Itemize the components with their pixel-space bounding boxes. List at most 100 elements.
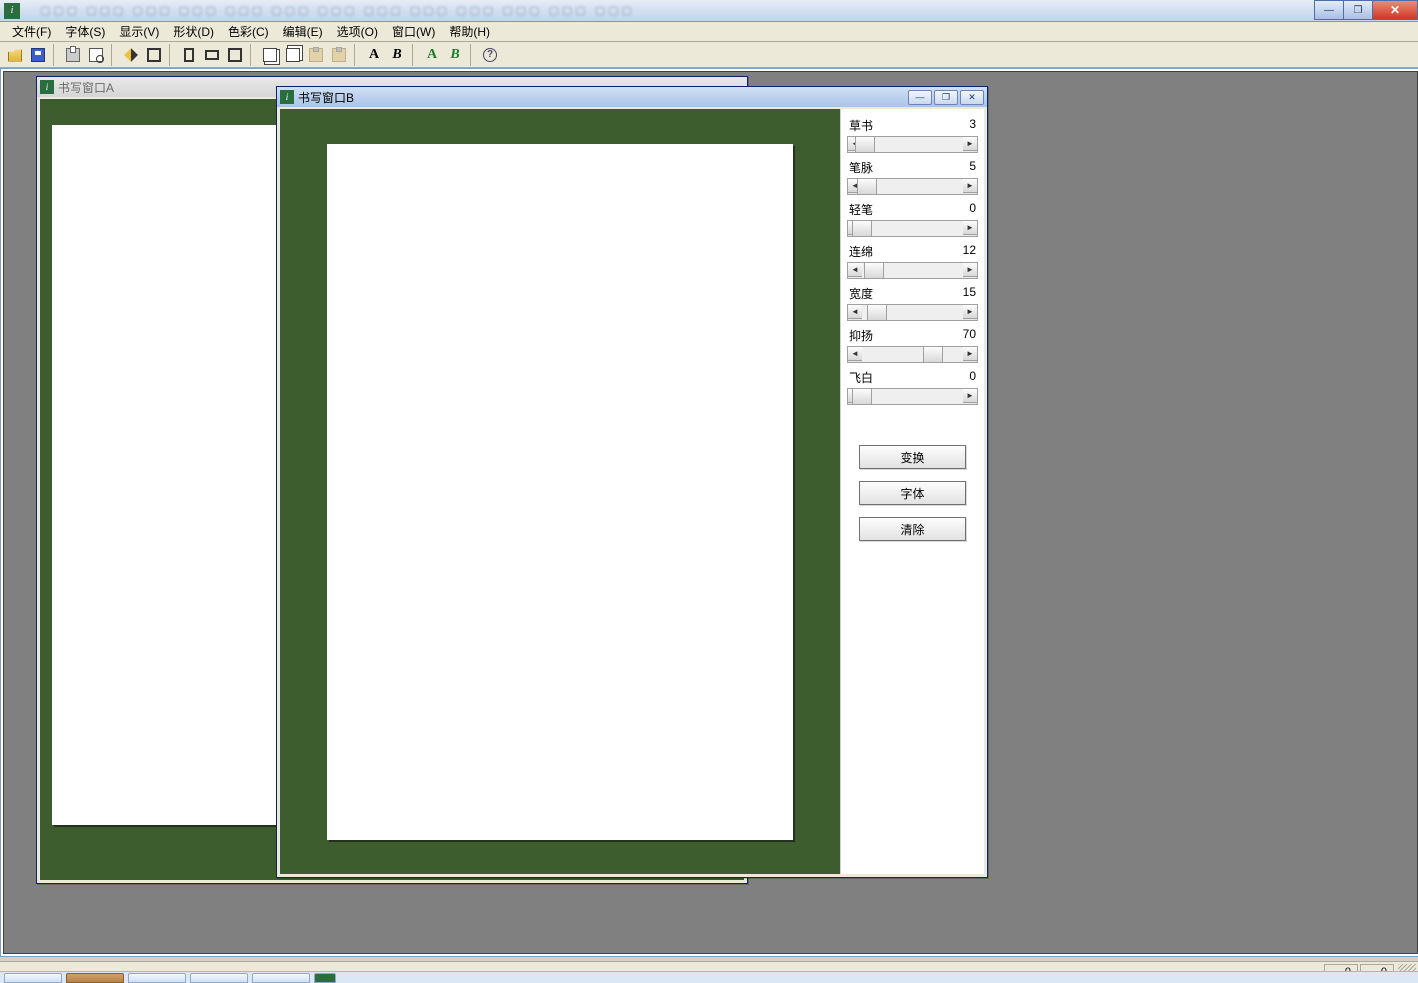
tb-pencil[interactable] bbox=[120, 44, 142, 66]
slider-thumb[interactable] bbox=[857, 178, 877, 195]
canvas-b-paper[interactable] bbox=[327, 144, 793, 840]
task-item[interactable] bbox=[252, 973, 310, 983]
btn-font[interactable]: 字体 bbox=[859, 481, 966, 505]
child-b-title: 书写窗口B bbox=[298, 89, 354, 106]
tb-style-b[interactable]: B bbox=[386, 44, 408, 66]
paste-icon bbox=[309, 48, 323, 62]
menu-file[interactable]: 文件(F) bbox=[6, 21, 57, 42]
tb-open[interactable] bbox=[4, 44, 26, 66]
tb-rect[interactable] bbox=[143, 44, 165, 66]
letter-b-icon: B bbox=[392, 47, 401, 63]
app-window-buttons: — ❐ ✕ bbox=[1315, 0, 1418, 20]
child-window-b[interactable]: i 书写窗口B — ❐ ✕ 草书3◄►笔脉5◄►轻笔0◄►连绵12◄►宽度15◄… bbox=[276, 86, 988, 878]
slider-right-arrow[interactable]: ► bbox=[962, 178, 978, 193]
tb-sep bbox=[412, 44, 418, 66]
mdi-client-area: i 书写窗口A i 书写窗口B — ❐ ✕ bbox=[3, 71, 1418, 954]
child-b-minimize[interactable]: — bbox=[908, 90, 932, 105]
tb-style-b-green[interactable]: B bbox=[444, 44, 466, 66]
slider-track[interactable]: ◄► bbox=[847, 262, 978, 279]
app-icon: i bbox=[4, 3, 20, 19]
slider-thumb[interactable] bbox=[867, 304, 887, 321]
child-b-maximize[interactable]: ❐ bbox=[934, 90, 958, 105]
copy-icon bbox=[286, 48, 300, 62]
menu-edit[interactable]: 编辑(E) bbox=[277, 21, 329, 42]
task-item[interactable] bbox=[190, 973, 248, 983]
slider-thumb[interactable] bbox=[852, 220, 872, 237]
maximize-button[interactable]: ❐ bbox=[1343, 0, 1373, 20]
menu-window[interactable]: 窗口(W) bbox=[386, 21, 441, 42]
tb-preview[interactable] bbox=[85, 44, 107, 66]
menu-font[interactable]: 字体(S) bbox=[59, 21, 111, 42]
slider-thumb[interactable] bbox=[852, 388, 872, 405]
slider-value: 12 bbox=[963, 243, 976, 260]
slider-right-arrow[interactable]: ► bbox=[962, 136, 978, 151]
slider-thumb[interactable] bbox=[855, 136, 875, 153]
slider-label: 笔脉 bbox=[849, 159, 873, 176]
tb-landscape[interactable] bbox=[201, 44, 223, 66]
child-b-titlebar[interactable]: i 书写窗口B — ❐ ✕ bbox=[277, 87, 987, 107]
slider-right-arrow[interactable]: ► bbox=[962, 346, 978, 361]
tb-style-a[interactable]: A bbox=[363, 44, 385, 66]
slider-track[interactable]: ◄► bbox=[847, 178, 978, 195]
tb-copy[interactable] bbox=[282, 44, 304, 66]
tb-help[interactable]: ? bbox=[479, 44, 501, 66]
slider-right-arrow[interactable]: ► bbox=[962, 388, 978, 403]
child-a-icon: i bbox=[40, 80, 54, 94]
slider-right-arrow[interactable]: ► bbox=[962, 304, 978, 319]
menu-color[interactable]: 色彩(C) bbox=[222, 21, 275, 42]
slider-value: 3 bbox=[969, 117, 976, 134]
workspace: i 书写窗口A i 书写窗口B — ❐ ✕ bbox=[0, 68, 1418, 957]
close-button[interactable]: ✕ bbox=[1372, 0, 1418, 20]
tb-sep bbox=[169, 44, 175, 66]
tb-sep bbox=[250, 44, 256, 66]
tb-portrait[interactable] bbox=[178, 44, 200, 66]
side-panel: 草书3◄►笔脉5◄►轻笔0◄►连绵12◄►宽度15◄►抑扬70◄►飞白0◄► 变… bbox=[840, 109, 984, 874]
square-icon bbox=[228, 48, 242, 62]
menu-help[interactable]: 帮助(H) bbox=[443, 21, 496, 42]
slider-track[interactable]: ◄► bbox=[847, 136, 978, 153]
menu-option[interactable]: 选项(O) bbox=[331, 21, 384, 42]
save-icon bbox=[31, 48, 45, 62]
canvas-b-frame bbox=[280, 109, 840, 874]
task-item[interactable] bbox=[66, 973, 124, 983]
slider-thumb[interactable] bbox=[923, 346, 943, 363]
tb-paste2[interactable] bbox=[328, 44, 350, 66]
tb-paste[interactable] bbox=[305, 44, 327, 66]
app-titlebar: i ▢▢▢ ▢▢▢ ▢▢▢ ▢▢▢ ▢▢▢ ▢▢▢ ▢▢▢ ▢▢▢ ▢▢▢ ▢▢… bbox=[0, 0, 1418, 22]
btn-clear[interactable]: 清除 bbox=[859, 517, 966, 541]
slider-value: 15 bbox=[963, 285, 976, 302]
background-tabs-blur: ▢▢▢ ▢▢▢ ▢▢▢ ▢▢▢ ▢▢▢ ▢▢▢ ▢▢▢ ▢▢▢ ▢▢▢ ▢▢▢ … bbox=[40, 4, 635, 17]
slider-left-arrow[interactable]: ◄ bbox=[847, 304, 863, 319]
slider-track[interactable]: ◄► bbox=[847, 304, 978, 321]
slider-label: 宽度 bbox=[849, 285, 873, 302]
tb-papers[interactable] bbox=[259, 44, 281, 66]
tb-print[interactable] bbox=[62, 44, 84, 66]
slider-left-arrow[interactable]: ◄ bbox=[847, 346, 863, 361]
menu-shape[interactable]: 形状(D) bbox=[167, 21, 220, 42]
slider-value: 5 bbox=[969, 159, 976, 176]
slider-right-arrow[interactable]: ► bbox=[962, 220, 978, 235]
task-item-active[interactable] bbox=[314, 973, 336, 983]
letter-b-green-icon: B bbox=[450, 47, 459, 63]
tb-square[interactable] bbox=[224, 44, 246, 66]
slider-thumb[interactable] bbox=[864, 262, 884, 279]
minimize-button[interactable]: — bbox=[1314, 0, 1344, 20]
paste-icon bbox=[332, 48, 346, 62]
tb-sep bbox=[53, 44, 59, 66]
tb-style-a-green[interactable]: A bbox=[421, 44, 443, 66]
tb-save[interactable] bbox=[27, 44, 49, 66]
btn-transform[interactable]: 变换 bbox=[859, 445, 966, 469]
task-item[interactable] bbox=[128, 973, 186, 983]
slider-track[interactable]: ◄► bbox=[847, 346, 978, 363]
papers-icon bbox=[263, 48, 277, 62]
child-a-title: 书写窗口A bbox=[58, 79, 114, 96]
slider-right-arrow[interactable]: ► bbox=[962, 262, 978, 277]
task-item[interactable] bbox=[4, 973, 62, 983]
child-b-window-buttons: — ❐ ✕ bbox=[908, 90, 984, 105]
slider-track[interactable]: ◄► bbox=[847, 388, 978, 405]
rect-icon bbox=[147, 48, 161, 62]
slider-left-arrow[interactable]: ◄ bbox=[847, 262, 863, 277]
child-b-close[interactable]: ✕ bbox=[960, 90, 984, 105]
slider-track[interactable]: ◄► bbox=[847, 220, 978, 237]
menu-view[interactable]: 显示(V) bbox=[113, 21, 165, 42]
